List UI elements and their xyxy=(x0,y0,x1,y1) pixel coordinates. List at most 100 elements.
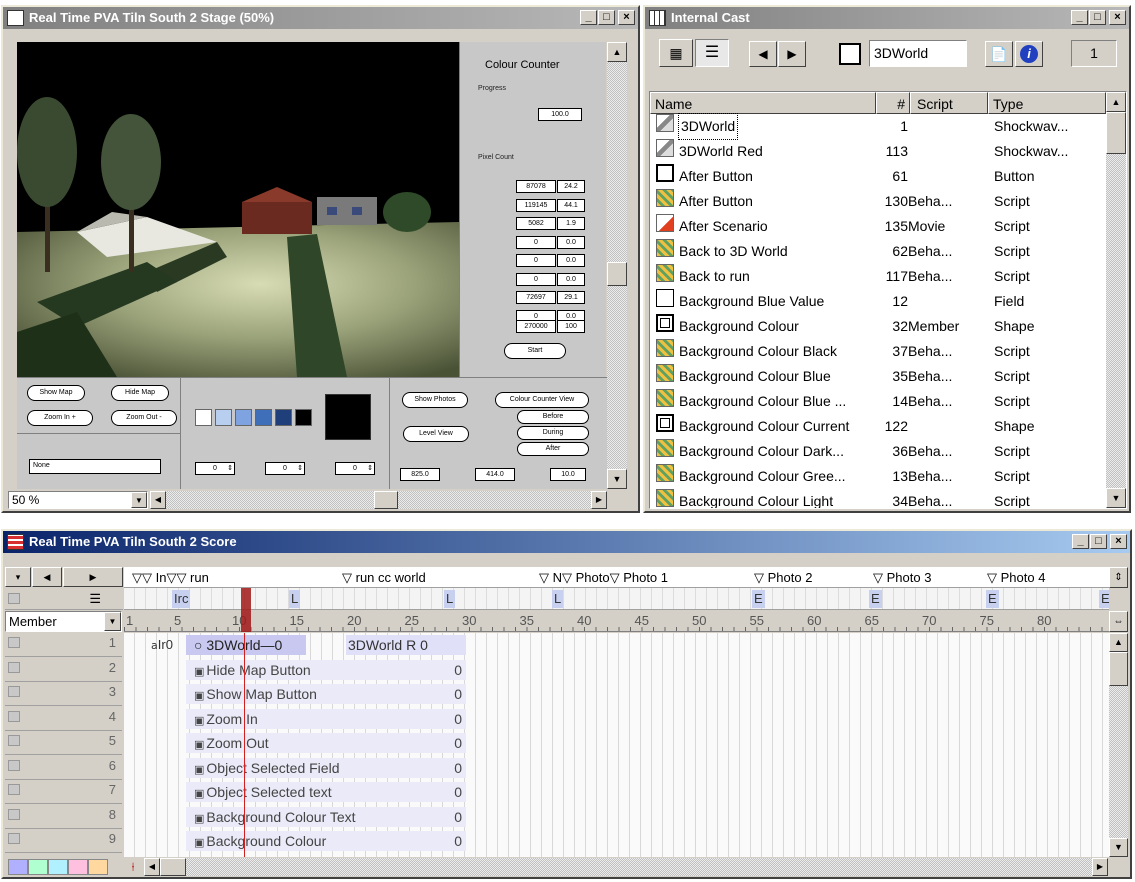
frame-ruler[interactable]: 1 5 10 15 20 25 30 35 40 45 50 55 60 65 70 75 80 xyxy=(124,611,1109,632)
after-button[interactable]: After xyxy=(517,442,589,456)
before-button[interactable]: Before xyxy=(517,410,589,424)
maximize-button[interactable]: □ xyxy=(598,10,615,25)
hide-map-button[interactable]: Hide Map xyxy=(111,385,169,401)
channel-toggle[interactable] xyxy=(8,593,20,604)
sprite-span[interactable]: ▣ Show Map Button 0 xyxy=(186,684,466,704)
cast-row[interactable]: Background Colour Light 34 Beha... Script xyxy=(652,489,1104,508)
marker-menu-button[interactable]: ▾ xyxy=(5,567,31,587)
scroll-right-button[interactable]: ▶ xyxy=(1092,858,1108,876)
script-frame-marker[interactable]: E xyxy=(986,590,999,608)
script-frame-marker[interactable]: E xyxy=(752,590,765,608)
script-frame-marker[interactable]: L xyxy=(289,590,301,608)
scroll-down-button[interactable]: ▼ xyxy=(1106,488,1126,508)
sprite-span[interactable]: ▣ Hide Map Button 0 xyxy=(186,659,466,680)
script-frame-marker[interactable]: L xyxy=(552,590,564,608)
channel-row-header[interactable]: 7 xyxy=(5,780,122,804)
playhead-locate-icon[interactable]: ⍿ xyxy=(126,859,140,875)
minimize-button[interactable]: _ xyxy=(580,10,597,25)
playhead-head[interactable] xyxy=(241,588,251,632)
minimize-button[interactable]: _ xyxy=(1071,10,1088,25)
channel-toggle[interactable] xyxy=(8,661,20,673)
cast-title-bar[interactable]: Internal Cast _ □ × xyxy=(645,7,1129,29)
scroll-thumb[interactable] xyxy=(1109,652,1128,686)
scroll-up-button[interactable]: ▲ xyxy=(1109,633,1128,652)
channel-row-header[interactable]: 2 xyxy=(5,657,122,682)
channel-row-header[interactable]: 1 xyxy=(5,633,122,657)
cast-row[interactable]: Background Colour Dark... 36 Beha... Script xyxy=(652,439,1104,464)
cast-row[interactable]: After Button 61 Button xyxy=(652,164,1104,189)
column-script[interactable]: Script xyxy=(910,92,988,114)
script-channel[interactable]: Irc L L L E E E E xyxy=(124,588,1109,610)
script-frame-marker[interactable]: E xyxy=(869,590,882,608)
zoom-select[interactable]: 50 % ▼ xyxy=(8,491,148,509)
stage-vertical-scrollbar[interactable]: ▲ ▼ xyxy=(607,42,627,489)
channel-toggle[interactable] xyxy=(8,637,20,648)
selected-field-input[interactable]: None xyxy=(29,459,161,474)
sprite-span[interactable]: ▣ Object Selected Field 0 xyxy=(186,757,466,778)
sprite-3dworld[interactable]: ○ 3DWorld—0 xyxy=(186,635,306,655)
member-name-field[interactable]: 3DWorld xyxy=(869,40,967,67)
close-button[interactable]: × xyxy=(1109,10,1126,25)
script-frame-marker[interactable]: E xyxy=(1099,590,1109,608)
sprite-span[interactable]: ▣ Object Selected text 0 xyxy=(186,782,466,802)
channel-toggle[interactable] xyxy=(8,735,20,746)
start-button[interactable]: Start xyxy=(504,343,566,359)
colour-swatch[interactable] xyxy=(235,409,252,426)
sprite-span[interactable]: aIr0 xyxy=(149,635,179,655)
script-icon[interactable]: 📄 xyxy=(985,41,1013,67)
sprite-span[interactable]: ▣ Background Colour Text 0 xyxy=(186,806,466,827)
scroll-up-button[interactable]: ▲ xyxy=(607,42,627,62)
cast-row[interactable]: Back to run 117 Beha... Script xyxy=(652,264,1104,289)
colour-stepper[interactable]: 0 ⇕ xyxy=(265,462,305,475)
marker-channel[interactable]: ▽▽ In▽▽ run ▽ run cc world ▽ N▽ Photo▽ P… xyxy=(124,567,1109,588)
zoom-dropdown-icon[interactable]: ▼ xyxy=(131,492,147,508)
channel-toggle[interactable] xyxy=(8,833,20,844)
marker-label[interactable]: ▽ run cc world xyxy=(342,570,426,585)
cast-row[interactable]: Background Colour Black 37 Beha... Script xyxy=(652,339,1104,364)
scroll-thumb[interactable] xyxy=(1106,112,1126,154)
colour-swatch[interactable] xyxy=(215,409,232,426)
colour-swatch[interactable] xyxy=(195,409,212,426)
sprite-3dworld-red[interactable]: 3DWorld R 0 xyxy=(346,635,466,655)
score-title-bar[interactable]: Real Time PVA Tiln South 2 Score _ □ × xyxy=(3,531,1130,553)
sprite-grid[interactable]: aIr0 ○ 3DWorld—0 3DWorld R 0 ▣ Hide Map Butt… xyxy=(124,633,1109,857)
colour-stepper[interactable]: 0 ⇕ xyxy=(335,462,375,475)
zoom-frames-icon[interactable]: ⇔ xyxy=(1109,611,1128,632)
marker-label[interactable]: ▽ Photo 3 xyxy=(873,570,931,585)
marker-label[interactable]: ▽▽ In▽▽ run xyxy=(132,570,209,585)
scroll-left-button[interactable]: ◀ xyxy=(144,858,160,876)
score-vertical-scrollbar[interactable]: ▲ ▼ xyxy=(1109,633,1128,857)
stepper-arrows-icon[interactable]: ⇕ xyxy=(227,463,233,474)
close-button[interactable]: × xyxy=(1110,534,1127,549)
show-map-button[interactable]: Show Map xyxy=(27,385,85,401)
previous-member-icon[interactable]: ◀ xyxy=(749,41,777,67)
zoom-in-button[interactable]: Zoom In + xyxy=(27,410,93,426)
cast-row[interactable]: 3DWorld 1 Shockwav... xyxy=(652,113,1104,140)
cast-row[interactable]: Background Colour Blue ... 14 Beha... Scrip… xyxy=(652,389,1104,414)
column-number[interactable]: # xyxy=(876,92,910,114)
display-mode-select[interactable]: Member ▼ xyxy=(5,611,122,632)
colour-swatch[interactable] xyxy=(295,409,312,426)
column-name[interactable]: Name xyxy=(650,92,876,114)
cast-scrollbar[interactable]: ▲ ▼ xyxy=(1106,92,1126,508)
zoom-out-button[interactable]: Zoom Out - xyxy=(111,410,177,426)
cast-row[interactable]: 3DWorld Red 113 Shockwav... xyxy=(652,139,1104,164)
cast-row[interactable]: After Scenario 135 Movie Script xyxy=(652,214,1104,239)
cast-row[interactable]: Background Blue Value 12 Field xyxy=(652,289,1104,314)
stepper-arrows-icon[interactable]: ⇕ xyxy=(297,463,303,474)
cast-row[interactable]: Background Colour 32 Member Shape xyxy=(652,314,1104,339)
cast-row[interactable]: Background Colour Gree... 13 Beha... Script xyxy=(652,464,1104,489)
show-photos-button[interactable]: Show Photos xyxy=(402,392,468,408)
cast-row[interactable]: Background Colour Blue 35 Beha... Script xyxy=(652,364,1104,389)
channel-row-header[interactable]: 5 xyxy=(5,731,122,755)
sprite-span[interactable]: ▣ Zoom In 0 xyxy=(186,708,466,729)
marker-scroll-icon[interactable]: ⇕ xyxy=(1109,567,1128,588)
maximize-button[interactable]: □ xyxy=(1089,10,1106,25)
scroll-right-button[interactable]: ▶ xyxy=(591,491,607,509)
channel-toggle[interactable] xyxy=(8,759,20,771)
channel-toggle[interactable] xyxy=(8,808,20,820)
sprite-span[interactable]: ▣ Background Colour 0 xyxy=(186,831,466,851)
cast-row[interactable]: After Button 130 Beha... Script xyxy=(652,189,1104,214)
marker-label[interactable]: ▽ Photo 2 xyxy=(754,570,812,585)
scroll-up-button[interactable]: ▲ xyxy=(1106,92,1126,112)
